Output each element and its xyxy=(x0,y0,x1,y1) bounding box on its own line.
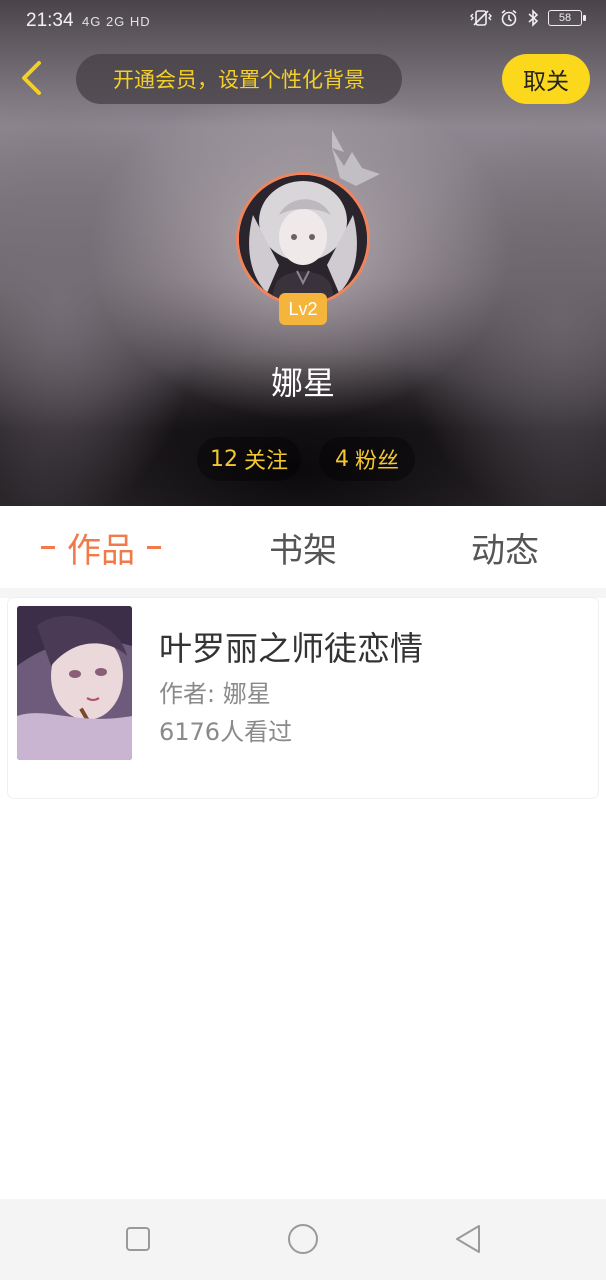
back-button[interactable] xyxy=(14,56,50,100)
tab-active-dash-right xyxy=(147,545,161,549)
work-view-count: 6176人看过 xyxy=(159,718,293,746)
profile-tabs: 作品 书架 动态 xyxy=(0,506,606,588)
circle-icon[interactable] xyxy=(285,1221,321,1257)
square-icon[interactable] xyxy=(120,1221,156,1257)
network-indicator: 4G 2G HD xyxy=(82,14,151,29)
tab-works-label: 作品 xyxy=(67,530,135,571)
vip-banner-text: 开通会员，设置个性化背景 xyxy=(113,68,365,92)
avatar-image xyxy=(239,175,367,303)
content-divider xyxy=(0,588,606,598)
work-author: 作者: 娜星 xyxy=(159,680,271,708)
battery-level: 58 xyxy=(558,12,572,24)
battery-icon: 58 xyxy=(548,10,586,26)
vip-background-banner[interactable]: 开通会员，设置个性化背景 xyxy=(76,54,402,104)
status-icons: 58 xyxy=(470,9,586,27)
following-label: 关注 xyxy=(243,449,288,474)
status-bar: 21:34 4G 2G HD 58 xyxy=(0,0,606,44)
fans-count: 4 xyxy=(334,446,349,472)
fans-stat[interactable]: 4 粉丝 xyxy=(319,437,415,481)
work-title[interactable]: 叶罗丽之师徒恋情 xyxy=(159,622,423,670)
work-cover[interactable] xyxy=(17,606,132,760)
tab-active-dash-left xyxy=(41,545,55,549)
level-label: Lv2 xyxy=(288,298,318,319)
tab-works[interactable]: 作品 xyxy=(0,506,202,588)
tab-activity-label: 动态 xyxy=(471,530,539,571)
unfollow-label: 取关 xyxy=(523,69,569,95)
following-stat[interactable]: 12 关注 xyxy=(197,437,301,481)
tab-bookshelf[interactable]: 书架 xyxy=(202,506,404,588)
vibrate-icon xyxy=(470,10,492,26)
profile-header: 21:34 4G 2G HD 58 开通会员，设置个性化背景 取关 Lv2 娜星… xyxy=(0,0,606,506)
username: 娜星 xyxy=(270,364,335,402)
avatar[interactable] xyxy=(236,172,370,306)
following-count: 12 xyxy=(209,446,238,472)
status-time: 21:34 xyxy=(26,10,74,31)
chevron-left-icon xyxy=(22,61,41,95)
tab-activity[interactable]: 动态 xyxy=(404,506,606,588)
level-badge: Lv2 xyxy=(279,293,327,325)
bluetooth-icon xyxy=(528,9,539,27)
tab-bookshelf-label: 书架 xyxy=(269,530,337,571)
fans-label: 粉丝 xyxy=(354,449,399,474)
unfollow-button[interactable]: 取关 xyxy=(502,54,590,104)
system-nav-bar xyxy=(0,1199,606,1280)
alarm-icon xyxy=(501,9,517,27)
triangle-back-icon[interactable] xyxy=(451,1221,487,1257)
cover-image xyxy=(17,606,132,760)
work-list-item[interactable]: 叶罗丽之师徒恋情 作者: 娜星 6176人看过 xyxy=(8,598,598,798)
